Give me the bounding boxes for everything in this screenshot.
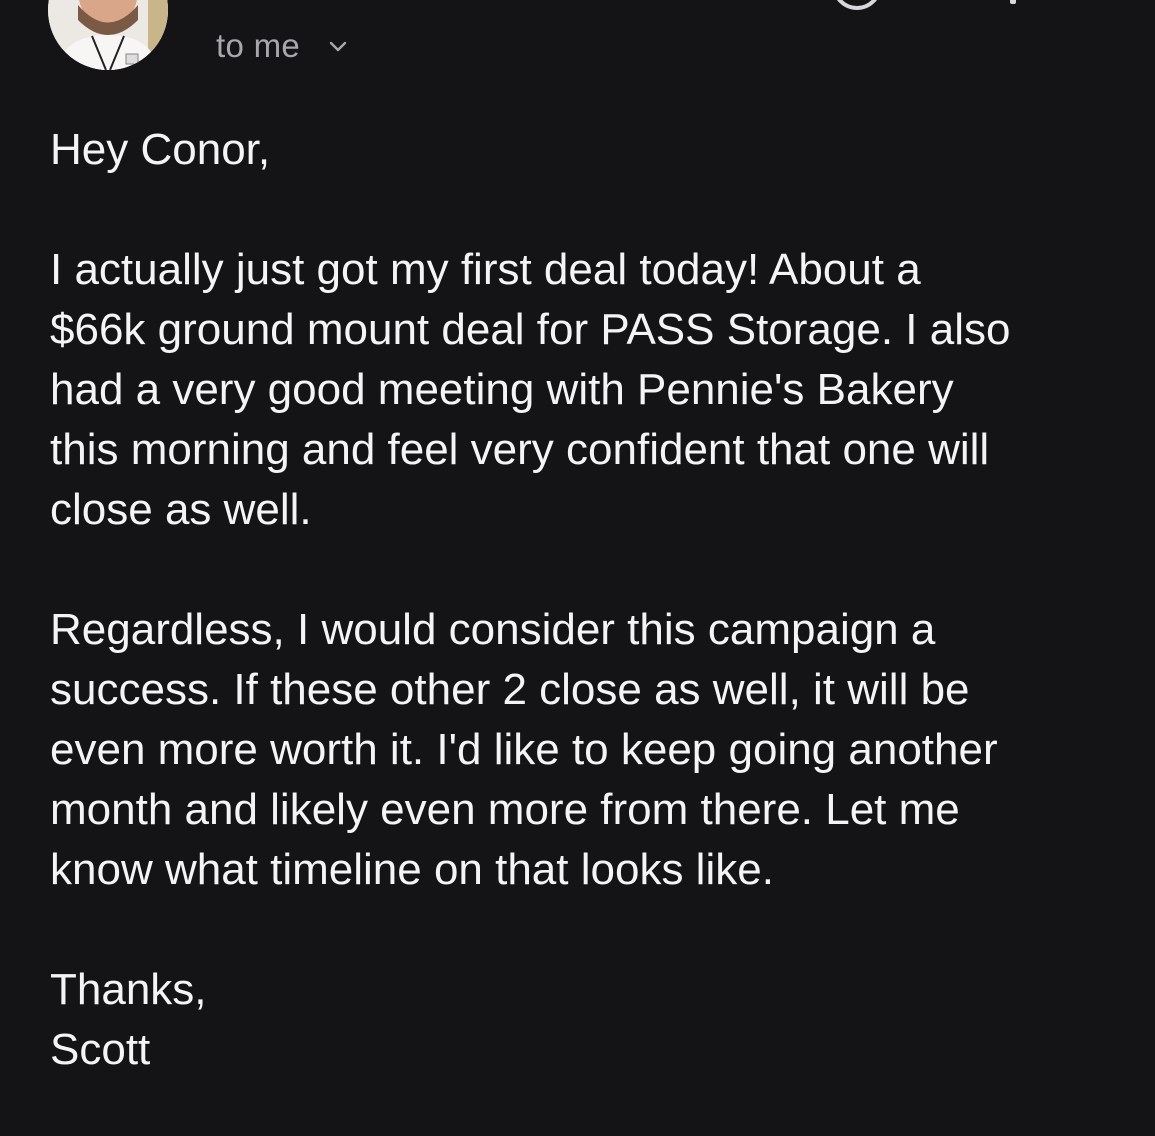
greeting: Hey Conor, [50, 125, 271, 174]
signoff: Thanks, [50, 965, 207, 1014]
message-body: Hey Conor, I actually just got my first … [50, 120, 1145, 1080]
paragraph-1: I actually just got my first deal today!… [50, 245, 1011, 534]
recipient-label: to me [216, 27, 301, 64]
message-header: to me [0, 0, 1155, 90]
more-icon[interactable] [1010, 0, 1016, 4]
chevron-down-icon [328, 39, 348, 53]
recipient-toggle[interactable]: to me [216, 24, 348, 68]
sender-avatar[interactable] [48, 0, 168, 70]
circle-icon[interactable] [832, 0, 882, 10]
signature: Scott [50, 1025, 151, 1074]
paragraph-2: Regardless, I would consider this campai… [50, 605, 998, 894]
